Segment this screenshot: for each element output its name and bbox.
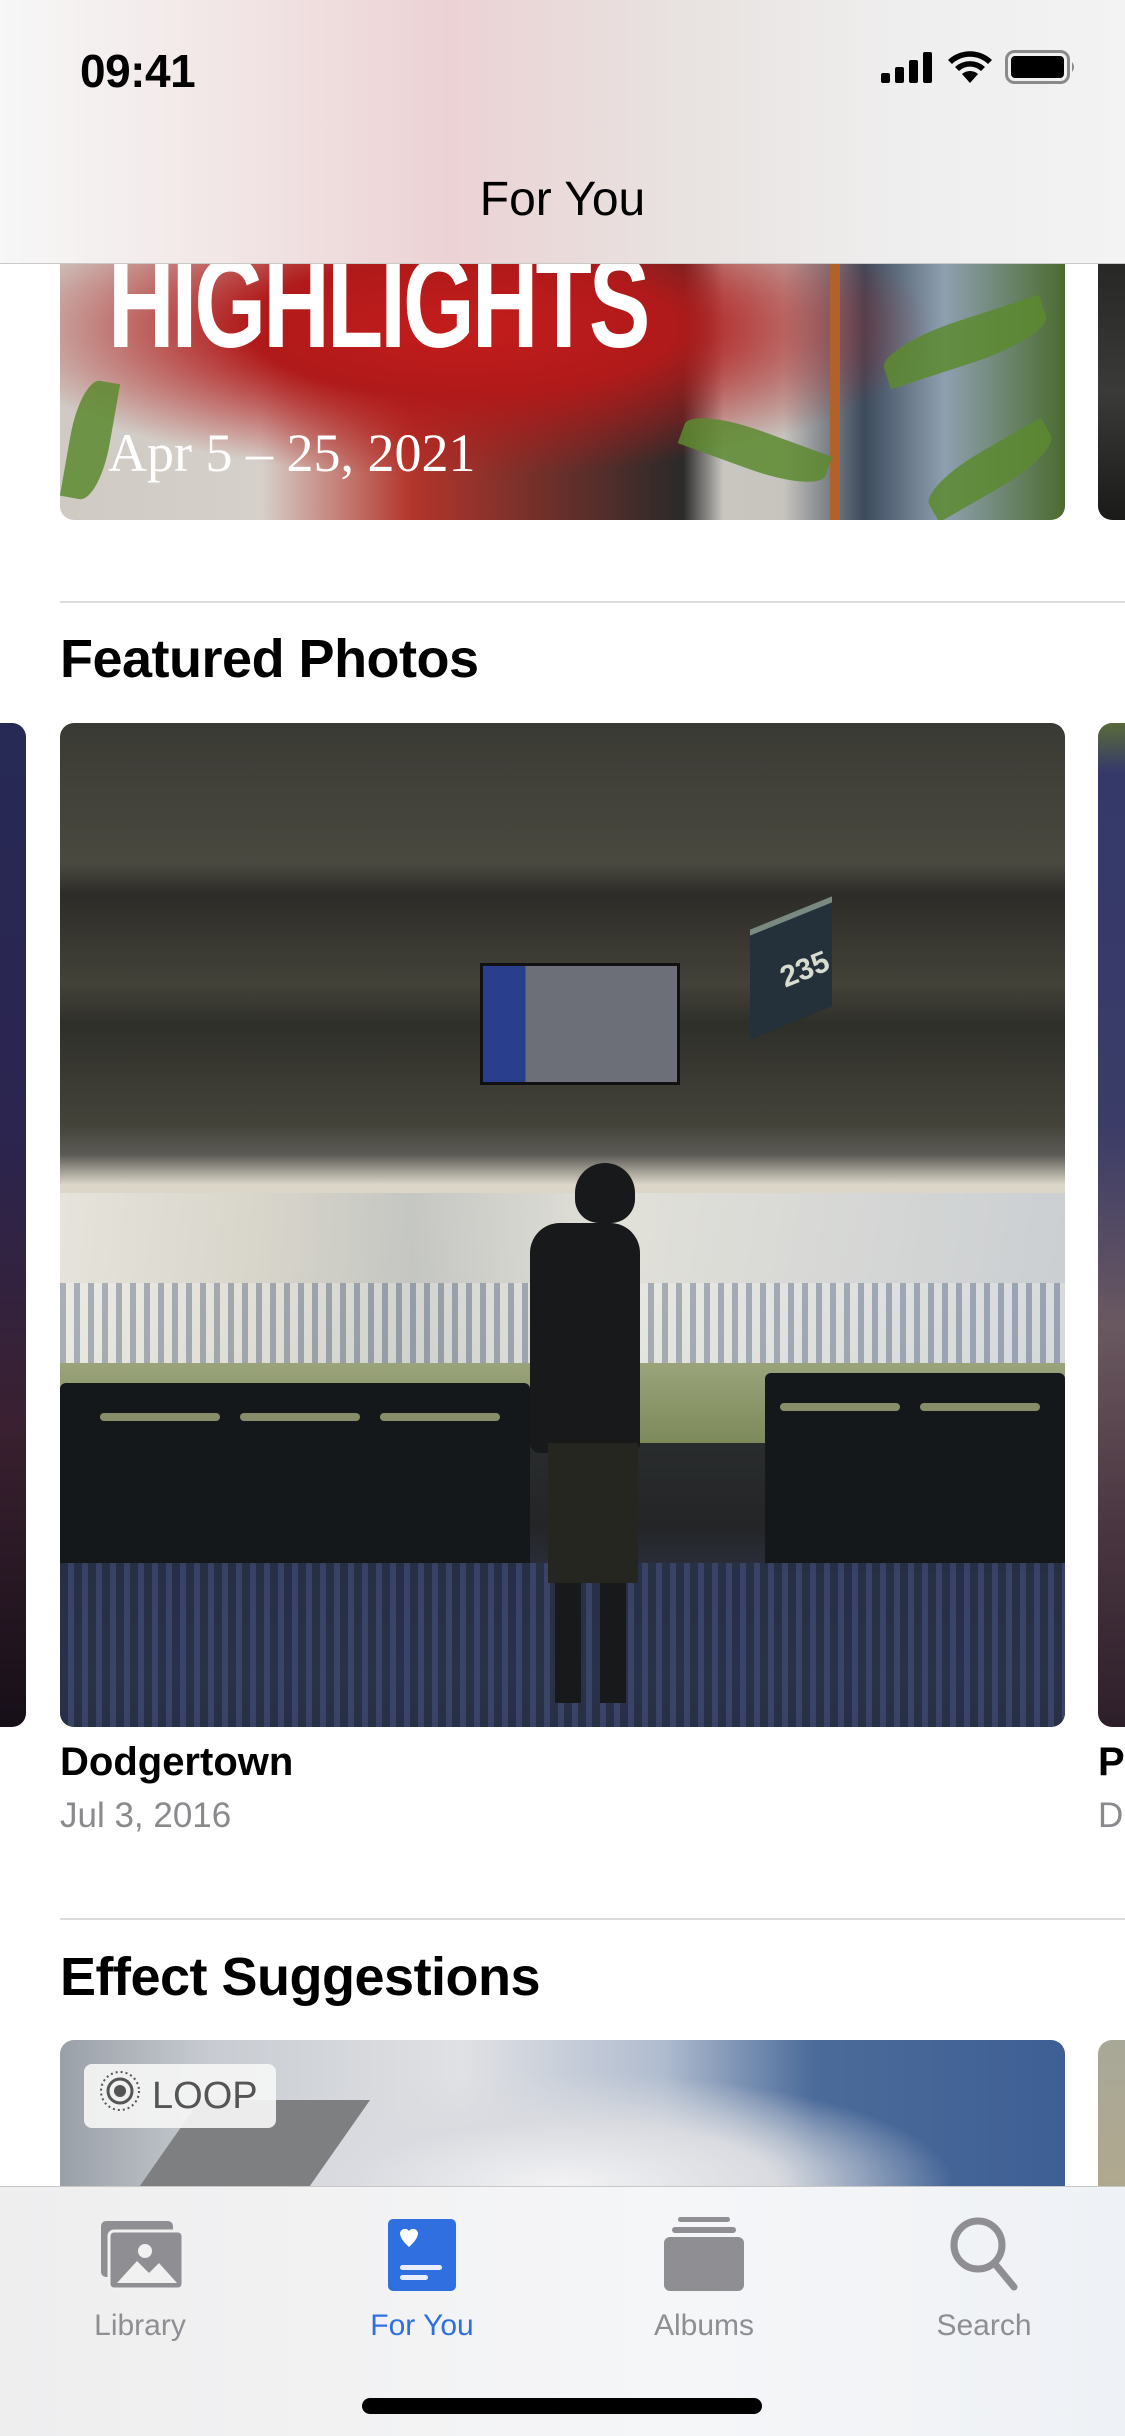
loop-badge-label: LOOP [152,2074,258,2117]
tab-label: For You [370,2309,474,2342]
featured-photos-heading: Featured Photos [60,629,479,689]
battery-icon [1005,50,1077,89]
tab-for-you[interactable]: For You [322,2207,522,2343]
for-you-icon [322,2207,522,2291]
page-title: For You [479,173,646,226]
tab-albums[interactable]: Albums [604,2207,804,2343]
cellular-signal-icon [881,51,935,88]
seat-highlight [100,1413,220,1421]
section-divider [60,601,1125,603]
loop-effect-badge: LOOP [84,2064,276,2128]
navigation-header: 09:41 For You [0,0,1125,264]
leaf [877,294,1053,390]
effect-suggestions-heading: Effect Suggestions [60,1947,541,2007]
status-time: 09:41 [80,45,196,97]
next-photo-title: P [1098,1740,1125,1784]
previous-featured-photo-peek[interactable] [0,723,26,1727]
featured-photo-card[interactable]: 235 [60,723,1065,1727]
next-photo-date: D [1098,1796,1124,1835]
live-photo-icon [98,2069,142,2123]
seat-highlight [380,1413,500,1421]
photo-person-leg [600,1583,626,1703]
tab-label: Search [936,2309,1032,2342]
tab-search[interactable]: Search [884,2207,1084,2343]
leaf [919,417,1061,520]
albums-icon [604,2207,804,2291]
scroll-content[interactable]: RECENT HIGHLIGHTS Apr 5 – 25, 2021 Featu… [0,0,1125,2436]
wifi-icon [947,50,993,89]
tab-label: Library [94,2309,186,2342]
photo-tv-screen [480,963,680,1085]
photo-person-leg [555,1583,581,1703]
photo-person-shorts [548,1443,638,1583]
seat-highlight [780,1403,900,1411]
seat-highlight [920,1403,1040,1411]
section-divider [60,1918,1125,1920]
tab-library[interactable]: Library [40,2207,240,2343]
photo-library-icon [40,2207,240,2291]
status-icons [881,50,1077,89]
home-indicator[interactable] [362,2398,762,2414]
photo-person-torso [530,1223,640,1453]
search-icon [884,2207,1084,2291]
next-featured-photo-peek[interactable] [1098,723,1125,1727]
featured-photo-title: Dodgertown [60,1740,294,1784]
photo-person-head [575,1163,635,1223]
leaf [677,405,833,495]
tab-label: Albums [653,2309,755,2342]
featured-photo-date: Jul 3, 2016 [60,1796,232,1835]
memory-dates: Apr 5 – 25, 2021 [108,423,476,483]
seat-highlight [240,1413,360,1421]
